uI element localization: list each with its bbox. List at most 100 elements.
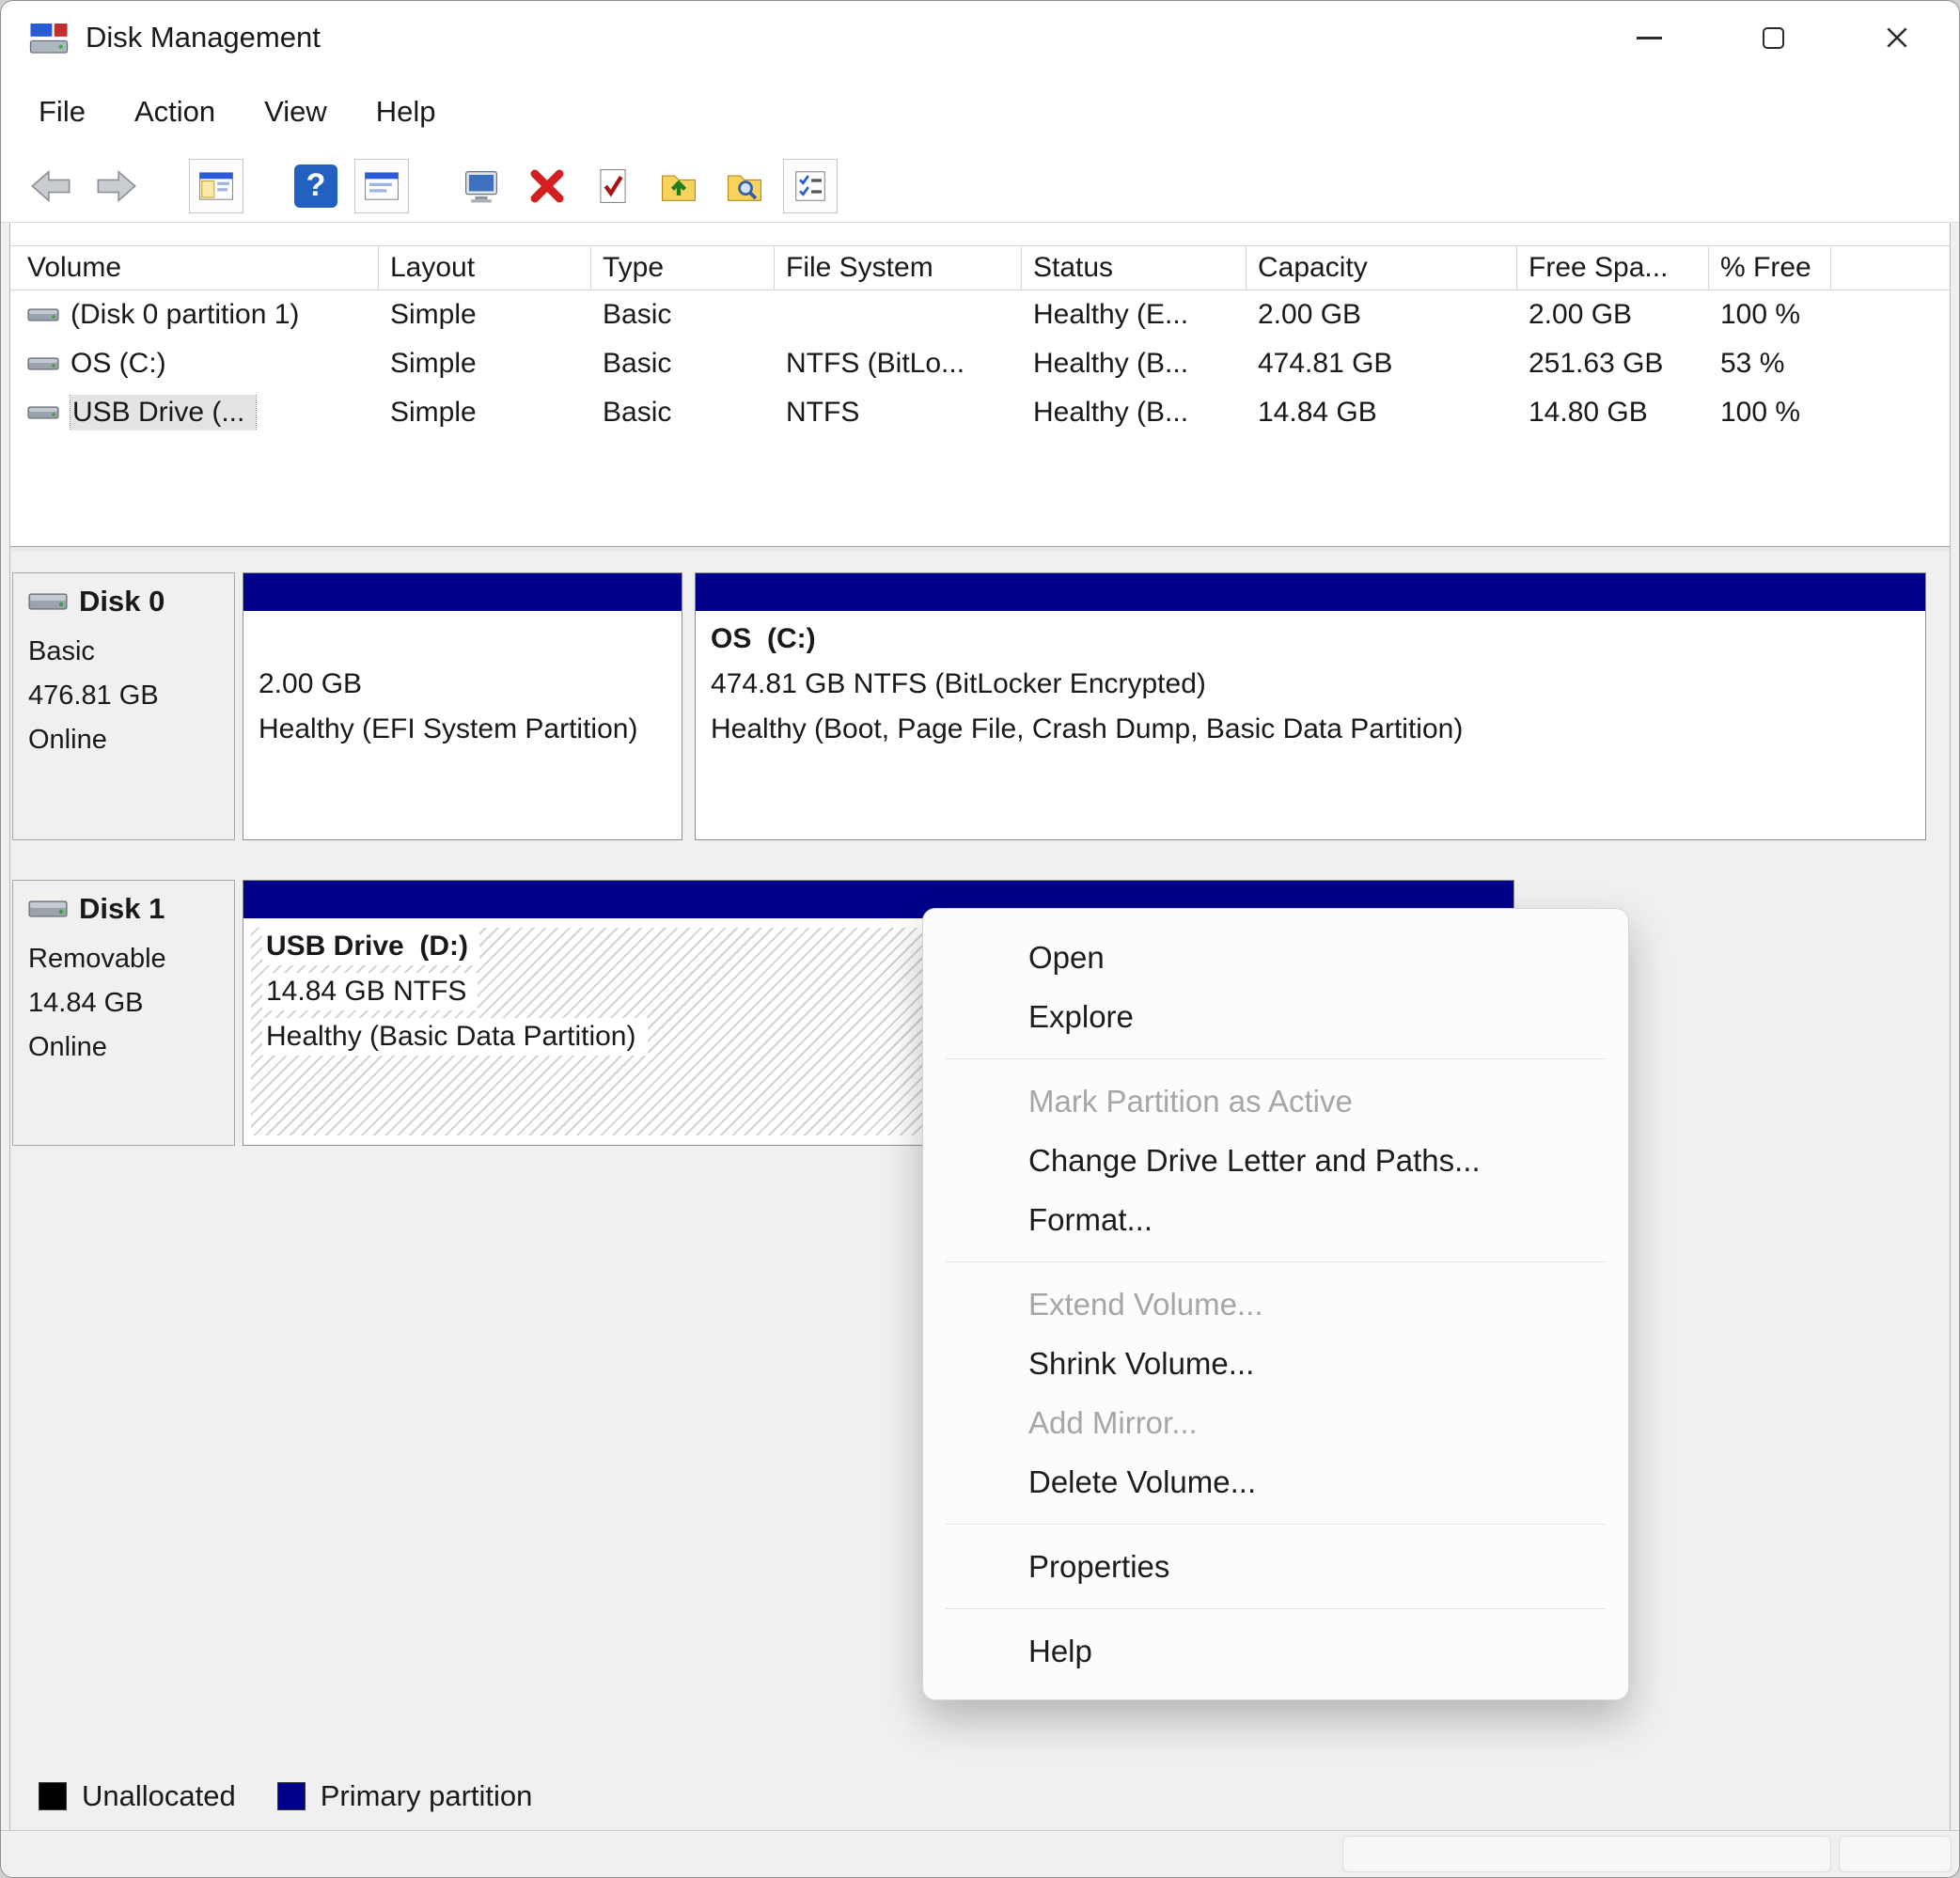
window-title: Disk Management [86, 21, 321, 54]
content-area: Volume Layout Type File System Status Ca… [9, 223, 1951, 1830]
column-header-layout[interactable]: Layout [379, 246, 591, 290]
cell-layout: Simple [390, 397, 477, 428]
disk-size: 14.84 GB [28, 988, 144, 1018]
cell-status: Healthy (E... [1033, 299, 1189, 330]
maximize-button[interactable] [1711, 1, 1835, 74]
cell-free-space: 2.00 GB [1529, 299, 1633, 330]
unallocated-swatch [39, 1782, 67, 1810]
cell-pct-free: 100 % [1720, 299, 1801, 330]
column-header-file-system[interactable]: File System [775, 246, 1022, 290]
delete-volume-button[interactable] [520, 159, 574, 213]
folder-search-icon [728, 175, 761, 201]
menu-action[interactable]: Action [110, 87, 240, 136]
partition-color-strip [243, 573, 682, 613]
menu-item-open[interactable]: Open [923, 928, 1628, 987]
column-header-pct-free[interactable]: % Free [1709, 246, 1831, 290]
status-bar-segment [1342, 1836, 1831, 1872]
close-icon [1887, 27, 1907, 48]
disk-icon [28, 589, 68, 614]
toolbar-separator [420, 185, 443, 186]
menu-item-format[interactable]: Format... [923, 1190, 1628, 1249]
menu-item-extend-volume: Extend Volume... [1028, 1286, 1263, 1322]
disk-name: Disk 0 [79, 585, 165, 618]
properties-window-icon [365, 171, 399, 200]
cell-type: Basic [603, 299, 672, 330]
table-row-disk0-partition1[interactable]: (Disk 0 partition 1) Simple Basic Health… [10, 290, 1950, 339]
folder-search-button[interactable] [717, 159, 772, 213]
titlebar: Disk Management [1, 1, 1959, 74]
menu-item-properties[interactable]: Properties [923, 1537, 1628, 1596]
disk-icon [28, 897, 68, 921]
show-console-tree-button[interactable] [189, 158, 243, 213]
partition-os-c[interactable]: OS (C:) 474.81 GB NTFS (BitLocker Encryp… [695, 572, 1926, 840]
menu-view[interactable]: View [240, 87, 352, 136]
menu-item-help[interactable]: Help [923, 1621, 1628, 1681]
disk-status: Online [28, 1032, 107, 1062]
forward-button[interactable] [89, 159, 144, 213]
toolbar-separator [255, 185, 277, 186]
status-bar-grip [1839, 1836, 1952, 1872]
partition-status: Healthy (Boot, Page File, Crash Dump, Ba… [711, 713, 1464, 744]
toolbar-separator [155, 185, 178, 186]
cell-file-system: NTFS [786, 397, 860, 428]
menu-separator [946, 1058, 1606, 1059]
disk-kind: Basic [28, 636, 95, 666]
menu-separator [946, 1608, 1606, 1609]
app-icon [27, 18, 71, 57]
disk-0-panel[interactable]: Disk 0 Basic 476.81 GB Online [12, 572, 235, 840]
partition-size: 2.00 GB [259, 668, 363, 699]
properties-window-button[interactable] [354, 158, 409, 213]
volume-icon [27, 353, 59, 374]
minimize-icon [1636, 36, 1662, 39]
forward-arrow-icon [97, 169, 136, 202]
close-button[interactable] [1835, 1, 1959, 74]
computer-icon [465, 170, 497, 202]
column-header-capacity[interactable]: Capacity [1247, 246, 1517, 290]
menu-item-explore[interactable]: Explore [923, 987, 1628, 1046]
back-button[interactable] [24, 159, 78, 213]
cell-free-space: 251.63 GB [1529, 348, 1664, 379]
legend: Unallocated Primary partition [39, 1779, 532, 1813]
menu-item-delete-volume[interactable]: Delete Volume... [923, 1452, 1628, 1511]
help-icon: ? [294, 164, 337, 208]
minimize-button[interactable] [1587, 1, 1711, 74]
menu-item-shrink-volume[interactable]: Shrink Volume... [923, 1334, 1628, 1393]
menu-help[interactable]: Help [352, 87, 461, 136]
check-document-icon [600, 168, 626, 203]
folder-up-button[interactable] [651, 159, 706, 213]
cell-type: Basic [603, 348, 672, 379]
disk-management-window: Disk Management File Action View Help ? [0, 0, 1960, 1878]
disk-kind: Removable [28, 944, 166, 974]
cell-pct-free: 100 % [1720, 397, 1801, 428]
menu-item-add-mirror: Add Mirror... [1028, 1404, 1198, 1440]
help-button[interactable]: ? [289, 159, 343, 213]
table-row-os-c[interactable]: OS (C:) Simple Basic NTFS (BitLo... Heal… [10, 339, 1950, 388]
list-view-button[interactable] [783, 158, 838, 213]
column-header-status[interactable]: Status [1022, 246, 1247, 290]
primary-partition-swatch [276, 1782, 306, 1810]
partition-title: OS (C:) [711, 623, 816, 654]
context-menu: Open Explore Mark Partition as Active Ch… [922, 908, 1629, 1700]
table-row-usb-drive[interactable]: USB Drive (... Simple Basic NTFS Healthy… [10, 388, 1950, 437]
column-header-volume[interactable]: Volume [16, 246, 379, 290]
volume-name: OS (C:) [71, 348, 166, 379]
disk-size: 476.81 GB [28, 681, 159, 711]
volume-name: (Disk 0 partition 1) [71, 299, 300, 330]
column-header-free-space[interactable]: Free Spa... [1517, 246, 1709, 290]
partition-efi-system[interactable]: 2.00 GB Healthy (EFI System Partition) [243, 572, 682, 840]
back-arrow-icon [31, 169, 71, 202]
disk-1-panel[interactable]: Disk 1 Removable 14.84 GB Online [12, 880, 235, 1146]
column-header-type[interactable]: Type [591, 246, 775, 290]
cell-free-space: 14.80 GB [1529, 397, 1648, 428]
computer-button[interactable] [454, 159, 509, 213]
menu-file[interactable]: File [14, 87, 110, 136]
folder-up-icon [662, 175, 696, 201]
column-header-filler [1831, 246, 1950, 290]
legend-label-unallocated: Unallocated [82, 1779, 236, 1812]
menu-item-mark-partition-active: Mark Partition as Active [1028, 1083, 1353, 1119]
check-document-button[interactable] [586, 159, 640, 213]
list-checks-icon [795, 170, 825, 201]
partition-status: Healthy (Basic Data Partition) [262, 1018, 648, 1056]
menu-item-change-drive-letter[interactable]: Change Drive Letter and Paths... [923, 1131, 1628, 1190]
partition-color-strip [696, 573, 1925, 613]
